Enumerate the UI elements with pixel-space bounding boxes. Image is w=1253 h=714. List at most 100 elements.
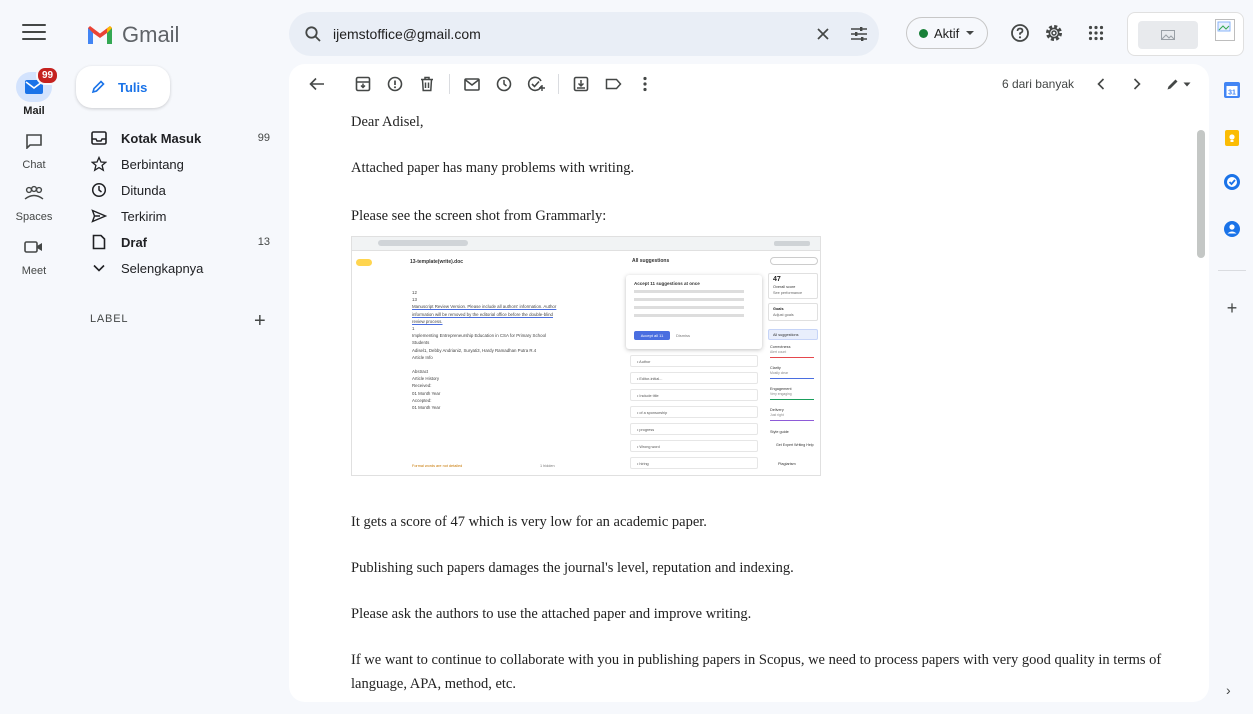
input-tools-button[interactable] (1166, 77, 1191, 91)
document-line: Article History (412, 376, 440, 382)
labels-heading: LABEL (90, 313, 129, 325)
mark-unread-button[interactable] (456, 68, 488, 100)
nav-label: Ditunda (121, 182, 166, 198)
search-icon[interactable] (293, 25, 333, 43)
svg-text:31: 31 (1228, 89, 1236, 96)
grammarly-logo-icon (356, 259, 372, 266)
gmail-m-icon (88, 26, 112, 44)
suggestion-card[interactable]: • Editor-initial... (630, 372, 758, 384)
all-suggestions-tab[interactable]: All suggestions (768, 329, 818, 340)
side-panel-divider (1218, 270, 1246, 271)
archive-button[interactable] (347, 68, 379, 100)
avatar-broken-image-icon[interactable] (1215, 19, 1235, 41)
suggestion-card[interactable]: • progress (630, 423, 758, 435)
document-line: Students (412, 340, 430, 346)
compose-button[interactable]: Tulis (76, 66, 170, 108)
nav-label: Selengkapnya (121, 260, 204, 276)
move-to-button[interactable] (565, 68, 597, 100)
report-spam-button[interactable] (379, 68, 411, 100)
label-button[interactable] (597, 68, 629, 100)
add-to-tasks-button[interactable] (520, 68, 552, 100)
accept-all-button[interactable]: Accept all 11 (634, 331, 670, 340)
rail-label-mail: Mail (23, 105, 45, 117)
expert-help-link[interactable]: Get Expert Writing Help (776, 443, 816, 448)
move-to-icon (573, 76, 589, 92)
category-value: Alert count (770, 350, 787, 354)
nav-label: Kotak Masuk (121, 130, 202, 146)
help-icon[interactable] (1006, 19, 1034, 47)
nav-item-more[interactable]: Selengkapnya (76, 255, 276, 281)
suggestion-card[interactable]: • Author (630, 355, 758, 367)
settings-gear-icon[interactable] (1040, 19, 1068, 47)
send-icon (89, 209, 109, 223)
account-switcher[interactable] (1127, 12, 1244, 56)
rail-label-meet: Meet (21, 265, 47, 277)
clear-search-icon[interactable] (807, 27, 839, 41)
suggestion-card[interactable]: • Wrong word (630, 440, 758, 452)
rail-item-spaces[interactable]: Spaces (0, 178, 68, 223)
toolbar-divider (558, 74, 559, 94)
search-options-icon[interactable] (839, 26, 879, 42)
dismiss-link[interactable]: Dismiss (676, 333, 690, 338)
document-line: Manuscript Review Version. Please includ… (412, 304, 557, 310)
gmail-logo[interactable]: Gmail (86, 22, 179, 48)
accept-all-title: Accept 11 suggestions at once (634, 281, 700, 286)
trash-icon (421, 76, 433, 92)
suggestion-card[interactable]: • of a sponsorship (630, 406, 758, 418)
suggestion-card[interactable]: • hiring (630, 457, 758, 469)
account-logo-image-icon (1138, 21, 1198, 49)
category-item[interactable]: Engagement Very engaging (770, 387, 818, 407)
snooze-button[interactable] (488, 68, 520, 100)
grammarly-screenshot-image[interactable]: 13-template(write).doc All suggestions 1… (351, 236, 821, 476)
placeholder-line (634, 290, 744, 293)
caret-down-icon (1183, 82, 1191, 86)
search-input[interactable] (333, 26, 807, 42)
category-item[interactable]: Clarity Mostly clear (770, 366, 818, 386)
plagiarism-link[interactable]: Plagiarism (778, 462, 796, 466)
main-menu-button[interactable] (22, 24, 46, 42)
folder-nav: Kotak Masuk 99 Berbintang Ditunda Terkir… (76, 125, 276, 281)
nav-item-drafts[interactable]: Draf 13 (76, 229, 276, 255)
calendar-icon[interactable]: 31 (1220, 78, 1244, 102)
compose-label: Tulis (118, 79, 148, 95)
nav-item-sent[interactable]: Terkirim (76, 203, 276, 229)
browser-bar (352, 237, 820, 251)
nav-item-snoozed[interactable]: Ditunda (76, 177, 276, 203)
tasks-icon[interactable] (1220, 170, 1244, 194)
nav-item-starred[interactable]: Berbintang (76, 151, 276, 177)
add-label-button[interactable]: + (254, 310, 266, 333)
suggestion-card[interactable]: • Include title (630, 389, 758, 401)
document-text: 12 13 Manuscript Review Version. Please in… (412, 289, 597, 411)
contacts-icon[interactable] (1220, 217, 1244, 241)
category-item[interactable]: Delivery Just right (770, 408, 818, 428)
back-button[interactable] (301, 68, 333, 100)
doc-title: 13-template(write).doc (410, 259, 464, 265)
rail-item-chat[interactable]: Chat (0, 126, 68, 171)
rail-label-spaces: Spaces (15, 211, 53, 223)
pen-icon (1167, 79, 1178, 90)
delete-button[interactable] (411, 68, 443, 100)
message-scrollbar[interactable] (1197, 130, 1205, 258)
unread-badge: 99 (36, 66, 60, 85)
more-options-button[interactable] (629, 68, 661, 100)
prev-message-button[interactable] (1092, 78, 1110, 90)
hidden-dropdown: 1 hidden (540, 464, 555, 468)
nav-label: Draf (121, 234, 148, 250)
overall-score-card: 47 Overall score See performance (768, 273, 818, 299)
status-selector[interactable]: Aktif (906, 17, 989, 49)
nav-item-inbox[interactable]: Kotak Masuk 99 (76, 125, 276, 151)
goals-pill (770, 257, 818, 265)
category-name: Delivery (770, 408, 784, 412)
archive-icon (355, 76, 371, 92)
get-addons-button[interactable]: + (1220, 296, 1244, 320)
rail-item-mail[interactable]: 99 Mail (0, 66, 68, 117)
document-line: Implementing Entrepreneurship Education … (412, 333, 546, 339)
keep-notes-icon[interactable] (1220, 126, 1244, 150)
video-camera-icon (16, 232, 52, 262)
next-message-button[interactable] (1128, 78, 1146, 90)
expand-side-panel-button[interactable]: › (1226, 682, 1231, 698)
apps-grid-icon[interactable] (1082, 19, 1110, 47)
rail-item-meet[interactable]: Meet (0, 232, 68, 277)
category-item[interactable]: Correctness Alert count (770, 345, 818, 365)
